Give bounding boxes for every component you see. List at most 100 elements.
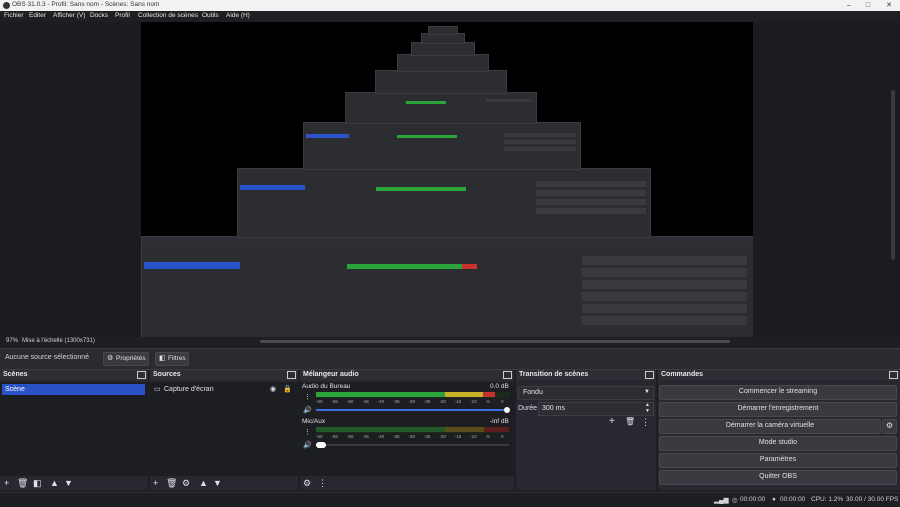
menu-profil[interactable]: Profil (115, 12, 130, 19)
undock-icon[interactable] (889, 371, 898, 379)
meter-tick-label: -50 (346, 399, 354, 404)
virtual-camera-settings-button[interactable]: ⚙ (882, 419, 897, 434)
fps-readout: 30.00 / 30.00 FPS (846, 496, 899, 503)
meter-tick-label: -20 (439, 434, 446, 439)
remove-scene-icon[interactable]: 🗑 (17, 478, 28, 488)
undock-icon[interactable] (137, 371, 146, 379)
network-signal-icon: ▂▄▆ (714, 497, 729, 504)
scene-item-selected[interactable]: Scène (2, 384, 145, 395)
transitions-dock: Transition de scènes Fondu ▼ Durée 300 m… (516, 370, 656, 490)
preview-zoom-row: 97% Mise à l'échelle (1300x731) (0, 337, 900, 347)
undock-icon[interactable] (645, 371, 654, 379)
filter-icon: ◧ (159, 355, 166, 362)
start-virtual-camera-button[interactable]: Démarrer la caméra virtuelle (659, 419, 881, 434)
meter-tick-label: -60 (316, 399, 323, 404)
decrement-icon[interactable]: ▼ (645, 408, 650, 414)
undock-icon[interactable] (503, 371, 512, 379)
move-down-icon[interactable]: ▼ (64, 478, 73, 488)
add-scene-icon[interactable]: + (4, 478, 9, 488)
meter-tick-label: 0 (501, 434, 504, 439)
controls-dock: Commandes Commencer le streaming Démarre… (658, 370, 900, 490)
channel-db: 0.0 dB (490, 383, 509, 390)
volume-meter (316, 427, 509, 433)
volume-slider[interactable] (316, 442, 509, 448)
menu-outils[interactable]: Outils (202, 12, 219, 19)
cpu-usage: CPU: 1.2% (811, 496, 844, 503)
visibility-eye-icon[interactable]: ◉ (270, 385, 276, 393)
gear-icon: ⚙ (107, 355, 114, 362)
volume-slider-handle[interactable] (504, 407, 510, 413)
source-properties-icon[interactable]: ⚙ (182, 478, 190, 488)
meter-green (316, 392, 445, 397)
transition-menu-icon[interactable]: ⋮ (641, 417, 650, 428)
menu-editer[interactable]: Editer (29, 12, 46, 19)
settings-button[interactable]: Paramètres (659, 453, 897, 468)
menu-docks[interactable]: Docks (90, 12, 108, 19)
close-button[interactable]: ✕ (879, 0, 899, 11)
meter-yellow (444, 392, 484, 397)
volume-slider-handle[interactable] (316, 442, 326, 448)
meter-tick-label: -5 (485, 434, 490, 439)
lock-icon[interactable]: 🔒 (283, 385, 292, 393)
channel-db: -inf dB (490, 418, 509, 425)
volume-slider[interactable] (316, 407, 510, 413)
channel-name: Mic/Aux (302, 418, 326, 425)
exit-obs-button[interactable]: Quitter OBS (659, 470, 897, 485)
duration-label: Durée (518, 405, 538, 412)
add-source-icon[interactable]: + (153, 478, 158, 488)
transitions-title: Transition de scènes (519, 371, 589, 378)
nested-capture-level-6 (397, 54, 489, 72)
preview-canvas[interactable] (141, 22, 753, 337)
meter-tick-label: -35 (393, 434, 400, 439)
stream-time: 00:00:00 (740, 496, 766, 503)
speaker-icon[interactable]: 🔊 (303, 441, 312, 449)
duration-input[interactable]: 300 ms ▲ ▼ (538, 402, 654, 416)
menu-bar: Fichier Editer Afficher (V) Docks Profil… (0, 11, 900, 22)
preview-scrollbar[interactable] (891, 90, 895, 260)
source-item[interactable]: ▭ Capture d'écran ◉ 🔒 (152, 384, 295, 395)
menu-afficher[interactable]: Afficher (V) (53, 12, 85, 19)
move-down-icon[interactable]: ▼ (213, 478, 222, 488)
move-up-icon[interactable]: ▲ (199, 478, 208, 488)
sources-dock: Sources ▭ Capture d'écran ◉ 🔒 + 🗑 ⚙ ▲ ▼ (150, 370, 298, 490)
menu-aide[interactable]: Aide (H) (226, 12, 250, 19)
filters-button[interactable]: ◧ Filtres (155, 352, 189, 366)
move-up-icon[interactable]: ▲ (50, 478, 59, 488)
nested-capture-level-2 (237, 168, 651, 238)
meter-tick-label: -40 (377, 434, 385, 439)
minimize-button[interactable]: – (839, 0, 859, 11)
undock-icon[interactable] (287, 371, 296, 379)
menu-fichier[interactable]: Fichier (4, 12, 24, 19)
maximize-button[interactable]: □ (858, 0, 878, 11)
mixer-settings-icon[interactable]: ⚙ (303, 478, 311, 488)
transition-select[interactable]: Fondu ▼ (518, 386, 654, 400)
studio-mode-button[interactable]: Mode studio (659, 436, 897, 451)
add-transition-icon[interactable]: + (609, 416, 615, 427)
meter-tick-label: -35 (393, 399, 400, 404)
mixer-menu-icon[interactable]: ⋮ (318, 478, 327, 488)
sources-title: Sources (153, 371, 181, 378)
sources-list[interactable]: ▭ Capture d'écran ◉ 🔒 (150, 382, 298, 476)
zoom-level: 97% (6, 338, 19, 344)
remove-source-icon[interactable]: 🗑 (166, 478, 177, 488)
scenes-list[interactable]: Scène (0, 382, 148, 476)
speaker-icon[interactable]: 🔊 (303, 406, 312, 414)
meter-tick-label: 0 (501, 399, 504, 404)
start-recording-button[interactable]: Démarrer l'enregistrement (659, 402, 897, 417)
audio-mixer-dock: Mélangeur audio Audio du Bureau 0.0 dB ⋮… (300, 370, 514, 490)
meter-tick-label: -10 (470, 434, 477, 439)
scene-filters-icon[interactable]: ◧ (33, 478, 42, 488)
meter-tick-label: -40 (377, 399, 385, 404)
remove-transition-icon[interactable]: 🗑 (625, 417, 635, 426)
preview-horizontal-scrollbar[interactable] (260, 340, 730, 343)
nested-capture-level-7 (411, 42, 475, 56)
meter-tick-label: -55 (331, 434, 338, 439)
channel-menu-icon[interactable]: ⋮ (304, 428, 311, 436)
title-bar: OBS 31.0.3 - Profil: Sans nom - Scènes: … (0, 0, 900, 11)
meter-tick-label: -30 (408, 399, 416, 404)
start-streaming-button[interactable]: Commencer le streaming (659, 385, 897, 400)
meter-tick-label: -50 (346, 434, 354, 439)
channel-menu-icon[interactable]: ⋮ (304, 393, 311, 401)
menu-collection-scenes[interactable]: Collection de scènes (138, 12, 198, 19)
properties-button[interactable]: ⚙ Propriétés (103, 352, 149, 366)
